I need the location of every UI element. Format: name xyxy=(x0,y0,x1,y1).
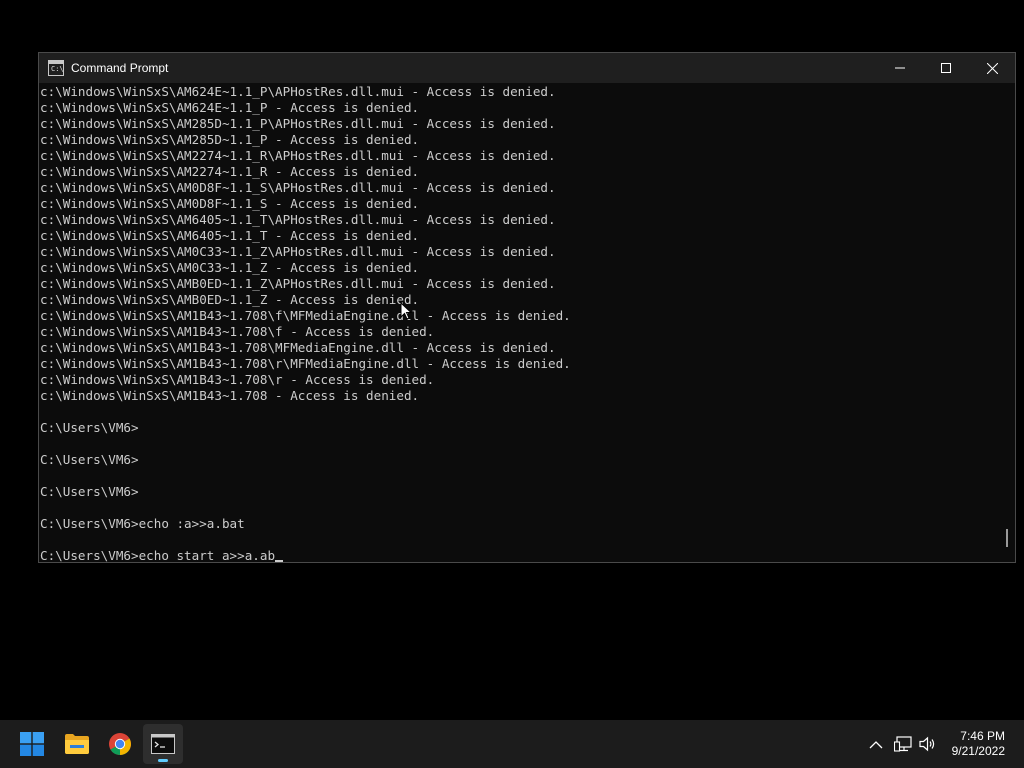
console-line: c:\Windows\WinSxS\AM1B43~1.708\r - Acces… xyxy=(40,372,435,387)
console-line: c:\Windows\WinSxS\AM0C33~1.1_Z\APHostRes… xyxy=(40,244,556,259)
clock-date: 9/21/2022 xyxy=(951,744,1005,758)
scrollbar-thumb[interactable] xyxy=(1006,529,1008,547)
show-hidden-icons-button[interactable] xyxy=(866,734,886,754)
chevron-up-icon xyxy=(869,740,883,748)
window-title: Command Prompt xyxy=(71,61,169,75)
console-line: c:\Windows\WinSxS\AM285D~1.1_P - Access … xyxy=(40,132,420,147)
active-indicator xyxy=(158,759,168,762)
minimize-icon xyxy=(895,67,905,69)
cmd-icon xyxy=(151,734,175,754)
console-line: c:\Windows\WinSxS\AMB0ED~1.1_Z - Access … xyxy=(40,292,420,307)
network-button[interactable] xyxy=(893,734,913,754)
console-line: c:\Windows\WinSxS\AM0D8F~1.1_S\APHostRes… xyxy=(40,180,556,195)
title-bar[interactable]: C:\ Command Prompt xyxy=(39,53,1015,83)
chrome-button[interactable] xyxy=(100,724,140,764)
windows-logo-icon xyxy=(20,732,44,756)
console-line: c:\Windows\WinSxS\AMB0ED~1.1_Z\APHostRes… xyxy=(40,276,556,291)
console-input-text: C:\Users\VM6>echo start a>>a.ab xyxy=(40,548,276,562)
console-line: c:\Windows\WinSxS\AM2274~1.1_R\APHostRes… xyxy=(40,148,556,163)
console-line: C:\Users\VM6> xyxy=(40,484,139,499)
console-line: c:\Windows\WinSxS\AM6405~1.1_T\APHostRes… xyxy=(40,212,556,227)
command-prompt-window[interactable]: C:\ Command Prompt c:\Windows\WinSxS\AM6… xyxy=(38,52,1016,563)
console-line: c:\Windows\WinSxS\AM0D8F~1.1_S - Access … xyxy=(40,196,420,211)
console-line: c:\Windows\WinSxS\AM1B43~1.708\MFMediaEn… xyxy=(40,340,556,355)
mouse-pointer-icon xyxy=(400,302,412,320)
scrollbar[interactable] xyxy=(998,84,1015,562)
volume-icon xyxy=(919,736,935,752)
console-line: C:\Users\VM6> xyxy=(40,452,139,467)
console-line: c:\Windows\WinSxS\AM2274~1.1_R - Access … xyxy=(40,164,420,179)
file-explorer-button[interactable] xyxy=(57,724,97,764)
close-button[interactable] xyxy=(969,53,1015,83)
console-line: c:\Windows\WinSxS\AM0C33~1.1_Z - Access … xyxy=(40,260,420,275)
maximize-button[interactable] xyxy=(923,53,969,83)
taskbar: 7:46 PM 9/21/2022 xyxy=(0,720,1024,768)
console-line: c:\Windows\WinSxS\AM624E~1.1_P - Access … xyxy=(40,100,420,115)
console-line: c:\Windows\WinSxS\AM1B43~1.708\f - Acces… xyxy=(40,324,435,339)
maximize-icon xyxy=(941,63,951,73)
volume-button[interactable] xyxy=(918,734,938,754)
console-line: c:\Windows\WinSxS\AM624E~1.1_P\APHostRes… xyxy=(40,84,556,99)
console-output[interactable]: c:\Windows\WinSxS\AM624E~1.1_P\APHostRes… xyxy=(39,84,999,562)
start-button[interactable] xyxy=(12,724,52,764)
console-line: c:\Windows\WinSxS\AM285D~1.1_P\APHostRes… xyxy=(40,116,556,131)
window-controls xyxy=(877,53,1015,83)
minimize-button[interactable] xyxy=(877,53,923,83)
console-line: C:\Users\VM6> xyxy=(40,420,139,435)
console-line: c:\Windows\WinSxS\AM1B43~1.708 - Access … xyxy=(40,388,420,403)
command-prompt-taskbar-button[interactable] xyxy=(143,724,183,764)
console-line: c:\Windows\WinSxS\AM6405~1.1_T - Access … xyxy=(40,228,420,243)
folder-icon xyxy=(65,734,89,754)
console-line: C:\Users\VM6>echo :a>>a.bat xyxy=(40,516,245,531)
console-input-line[interactable]: C:\Users\VM6>echo start a>>a.ab xyxy=(39,548,999,562)
clock-time: 7:46 PM xyxy=(960,729,1005,743)
console-line: c:\Windows\WinSxS\AM1B43~1.708\f\MFMedia… xyxy=(40,308,571,323)
text-cursor xyxy=(275,560,284,562)
chrome-icon xyxy=(109,733,131,755)
clock[interactable]: 7:46 PM 9/21/2022 xyxy=(952,729,1005,759)
console-line: c:\Windows\WinSxS\AM1B43~1.708\r\MFMedia… xyxy=(40,356,571,371)
cmd-icon: C:\ xyxy=(48,60,64,76)
network-icon xyxy=(894,736,912,752)
close-icon xyxy=(986,62,998,74)
